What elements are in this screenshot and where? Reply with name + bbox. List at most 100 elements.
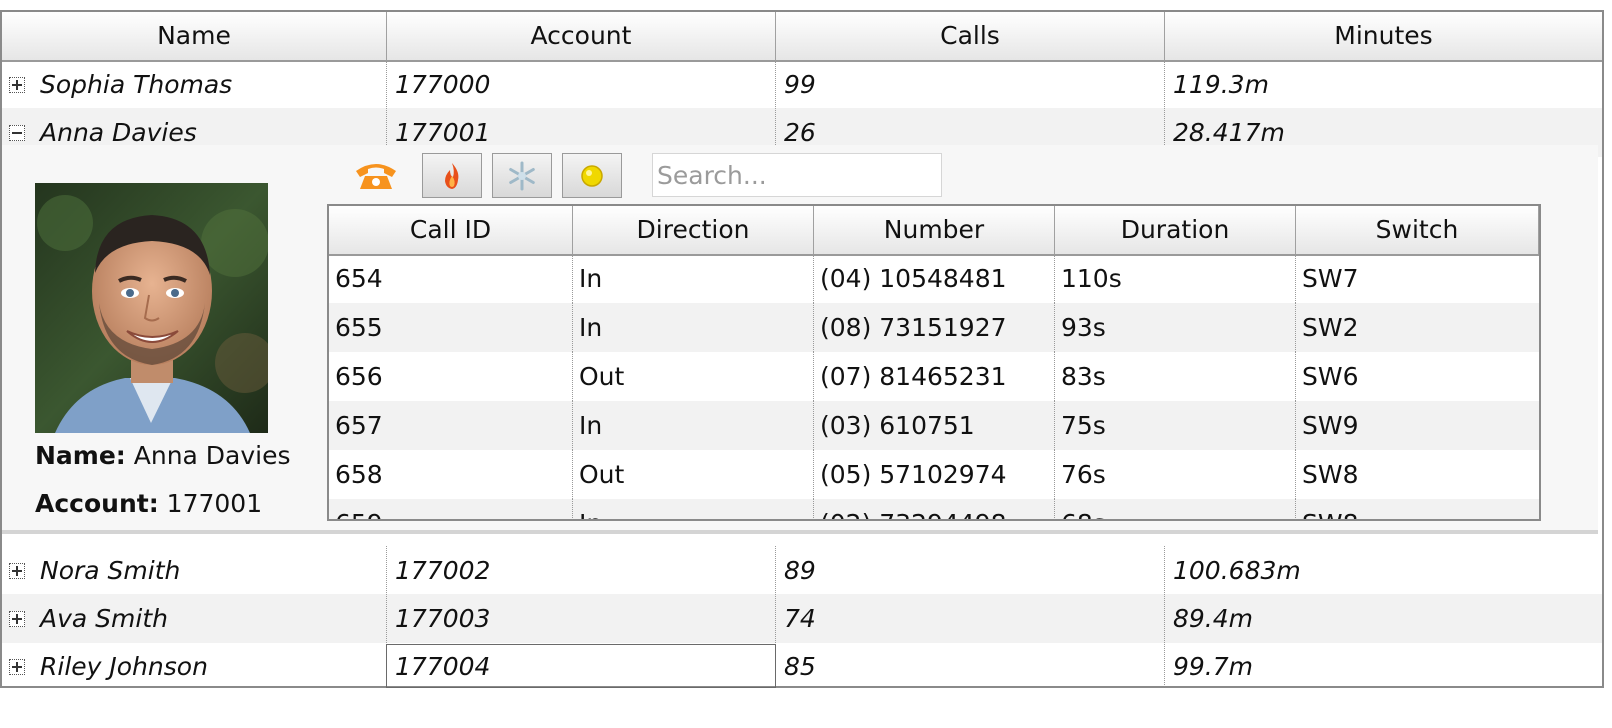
- cell-name[interactable]: Ava Smith: [2, 594, 387, 643]
- call-row[interactable]: 656 Out (07) 81465231 83s SW6: [329, 352, 1539, 401]
- cell-minutes[interactable]: 100.683m: [1165, 546, 1602, 595]
- call-cell-id[interactable]: 658: [329, 450, 573, 499]
- call-cell-number[interactable]: (05) 57102974: [814, 450, 1055, 499]
- table-row[interactable]: Ava Smith 177003 74 89.4m: [2, 594, 1602, 643]
- call-cell-switch[interactable]: SW2: [1296, 303, 1539, 352]
- expand-icon[interactable]: [9, 611, 25, 627]
- call-cell-duration[interactable]: 76s: [1055, 450, 1296, 499]
- cell-calls[interactable]: 89: [776, 546, 1165, 595]
- call-cell-number[interactable]: (07) 81465231: [814, 352, 1055, 401]
- cell-account[interactable]: 177004: [387, 642, 776, 686]
- cell-name[interactable]: Riley Johnson: [2, 642, 387, 686]
- call-cell-direction[interactable]: In: [573, 254, 814, 303]
- cell-name[interactable]: Sophia Thomas: [2, 60, 387, 109]
- subgrid-header: Call ID Direction Number Duration Switch: [329, 206, 1539, 256]
- table-row[interactable]: Nora Smith 177002 89 100.683m: [2, 546, 1602, 595]
- detail-account-label: Account:: [35, 489, 159, 518]
- call-cell-switch[interactable]: SW8: [1296, 450, 1539, 499]
- cell-minutes[interactable]: 119.3m: [1165, 60, 1602, 109]
- call-cell-duration[interactable]: 110s: [1055, 254, 1296, 303]
- cell-calls[interactable]: 74: [776, 594, 1165, 643]
- cell-account[interactable]: 177002: [387, 546, 776, 595]
- cell-name[interactable]: Nora Smith: [2, 546, 387, 595]
- cell-name-text: Nora Smith: [40, 556, 181, 585]
- call-cell-direction[interactable]: In: [573, 499, 814, 519]
- call-cell-duration[interactable]: 75s: [1055, 401, 1296, 450]
- call-cell-id[interactable]: 654: [329, 254, 573, 303]
- call-cell-id[interactable]: 656: [329, 352, 573, 401]
- column-header-call-id[interactable]: Call ID: [329, 206, 573, 254]
- column-header-minutes[interactable]: Minutes: [1165, 12, 1602, 60]
- collapse-icon[interactable]: [9, 125, 25, 141]
- calls-subgrid: Call ID Direction Number Duration Switch…: [327, 204, 1541, 521]
- call-row[interactable]: 657 In (03) 610751 75s SW9: [329, 401, 1539, 450]
- call-cell-duration[interactable]: 93s: [1055, 303, 1296, 352]
- detail-account: Account: 177001: [35, 489, 262, 518]
- expand-icon[interactable]: [9, 659, 25, 675]
- call-cell-switch[interactable]: SW8: [1296, 499, 1539, 519]
- column-header-duration[interactable]: Duration: [1055, 206, 1296, 254]
- cell-account-text: 177002: [395, 556, 491, 585]
- cell-minutes[interactable]: 89.4m: [1165, 594, 1602, 643]
- column-header-switch[interactable]: Switch: [1296, 206, 1539, 254]
- cell-calls[interactable]: 99: [776, 60, 1165, 109]
- cell-name-text: Ava Smith: [40, 604, 168, 633]
- phone-icon[interactable]: [354, 161, 402, 193]
- call-cell-number[interactable]: (04) 10548481: [814, 254, 1055, 303]
- customer-photo: [35, 183, 268, 433]
- call-cell-id[interactable]: 657: [329, 401, 573, 450]
- column-header-name[interactable]: Name: [2, 12, 387, 60]
- snowflake-icon: [509, 161, 535, 190]
- call-cell-direction[interactable]: Out: [573, 450, 814, 499]
- table-row[interactable]: Riley Johnson 177004 85 99.7m: [2, 642, 1602, 686]
- cell-account[interactable]: 177003: [387, 594, 776, 643]
- call-row[interactable]: 658 Out (05) 57102974 76s SW8: [329, 450, 1539, 499]
- call-cell-duration[interactable]: 83s: [1055, 352, 1296, 401]
- expand-icon[interactable]: [9, 77, 25, 93]
- cold-filter-button[interactable]: [492, 153, 552, 198]
- call-row[interactable]: 654 In (04) 10548481 110s SW7: [329, 254, 1539, 303]
- table-row[interactable]: Sophia Thomas 177000 99 119.3m: [2, 60, 1602, 109]
- call-cell-duration[interactable]: 68s: [1055, 499, 1296, 519]
- column-header-calls[interactable]: Calls: [776, 12, 1165, 60]
- neutral-filter-button[interactable]: [562, 153, 622, 198]
- cell-name-text: Anna Davies: [40, 118, 197, 147]
- call-cell-switch[interactable]: SW7: [1296, 254, 1539, 303]
- cell-name-text: Riley Johnson: [40, 652, 208, 681]
- cell-minutes-text: 28.417m: [1173, 118, 1285, 147]
- call-cell-number[interactable]: (08) 73151927: [814, 303, 1055, 352]
- detail-account-value: 177001: [166, 489, 263, 518]
- column-header-account[interactable]: Account: [387, 12, 776, 60]
- column-header-direction[interactable]: Direction: [573, 206, 814, 254]
- cell-minutes-text: 119.3m: [1173, 70, 1269, 99]
- hot-filter-button[interactable]: [422, 153, 482, 198]
- detail-name-value: Anna Davies: [133, 441, 291, 470]
- call-cell-id[interactable]: 659: [329, 499, 573, 519]
- detail-name: Name: Anna Davies: [35, 441, 291, 470]
- cell-calls-text: 26: [784, 118, 816, 147]
- expand-icon[interactable]: [9, 563, 25, 579]
- cell-calls[interactable]: 85: [776, 642, 1165, 686]
- cell-minutes-text: 99.7m: [1173, 652, 1254, 681]
- cell-account-text: 177003: [395, 604, 491, 633]
- call-cell-id[interactable]: 655: [329, 303, 573, 352]
- cell-account[interactable]: 177000: [387, 60, 776, 109]
- call-row[interactable]: 655 In (08) 73151927 93s SW2: [329, 303, 1539, 352]
- call-search-input[interactable]: [652, 153, 942, 197]
- call-cell-number[interactable]: (03) 610751: [814, 401, 1055, 450]
- cell-minutes-text: 89.4m: [1173, 604, 1254, 633]
- call-cell-direction[interactable]: Out: [573, 352, 814, 401]
- grid-header: Name Account Calls Minutes: [2, 12, 1602, 62]
- detail-panel-anna-davies: Name: Anna Davies Account: 177001 Search…: [2, 145, 1598, 534]
- call-cell-number[interactable]: (02) 73294498: [814, 499, 1055, 519]
- call-cell-switch[interactable]: SW9: [1296, 401, 1539, 450]
- yellow-dot-icon: [581, 164, 603, 187]
- call-cell-switch[interactable]: SW6: [1296, 352, 1539, 401]
- cell-minutes[interactable]: 99.7m: [1165, 642, 1602, 686]
- call-row[interactable]: 659In(02) 7329449868sSW8: [329, 499, 1539, 519]
- column-header-number[interactable]: Number: [814, 206, 1055, 254]
- call-cell-direction[interactable]: In: [573, 303, 814, 352]
- call-cell-direction[interactable]: In: [573, 401, 814, 450]
- cell-account-text: 177001: [395, 118, 491, 147]
- cell-account-text: 177000: [395, 70, 491, 99]
